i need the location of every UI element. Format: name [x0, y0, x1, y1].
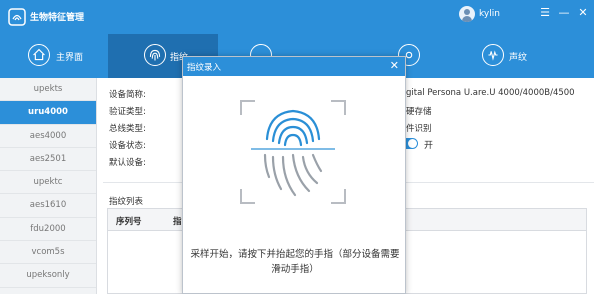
device-name-value: gital Persona U.are.U 4000/4000B/4500 — [406, 88, 575, 98]
app-logo-icon — [8, 8, 26, 26]
sidebar-item-upeksonly[interactable]: upeksonly — [0, 264, 96, 288]
dialog-title: 指纹录入 — [187, 63, 222, 73]
sidebar-item-upektc[interactable]: upektc — [0, 171, 96, 195]
sidebar-item-aes2501[interactable]: aes2501 — [0, 148, 96, 172]
sidebar-item-fdu2000[interactable]: fdu2000 — [0, 218, 96, 242]
dialog-message: 采样开始，请按下并抬起您的手指（部分设备需要滑动手指） — [190, 249, 400, 275]
verify-type-value: 硬存储 — [406, 107, 432, 117]
username[interactable]: kylin — [479, 9, 500, 19]
sidebar-item-uru4000[interactable]: uru4000 — [0, 101, 96, 125]
fingerprint-scan-icon — [240, 100, 346, 204]
title-bar: 生物特征管理 kylin ☰ — ✕ — [0, 0, 594, 34]
tab-voiceprint[interactable]: 声纹 — [438, 34, 594, 78]
voiceprint-icon — [482, 44, 504, 66]
dialog-header: 指纹录入 ✕ — [183, 57, 405, 76]
bus-type-label: 总线类型: — [109, 124, 146, 134]
tab-home[interactable]: 主界面 — [0, 34, 108, 78]
fingerprint-enroll-dialog: 指纹录入 ✕ 采样开始，请按下并抬起您的手指（部分设备需要滑动手指） — [182, 56, 406, 294]
sidebar-item-aes4000[interactable]: aes4000 — [0, 125, 96, 148]
tab-voiceprint-label: 声纹 — [509, 53, 528, 63]
default-device-label: 默认设备: — [109, 158, 146, 168]
fingerprint-list-title: 指纹列表 — [109, 197, 144, 207]
home-icon — [28, 44, 50, 66]
column-serial: 序列号 — [116, 217, 142, 227]
sidebar-item-aes1610[interactable]: aes1610 — [0, 194, 96, 218]
device-status-label: 设备状态: — [109, 141, 146, 151]
minimize-icon[interactable]: — — [556, 5, 572, 21]
sidebar-item-upekts[interactable]: upekts — [0, 78, 96, 102]
menu-icon[interactable]: ☰ — [537, 5, 553, 21]
device-status-toggle-text: 开 — [424, 141, 434, 151]
verify-type-label: 验证类型: — [109, 107, 146, 117]
dialog-close-icon[interactable]: ✕ — [390, 59, 399, 72]
device-name-label: 设备简称: — [109, 90, 146, 100]
column-fingerprint: 指 — [173, 217, 182, 227]
sidebar-item-vcom5s[interactable]: vcom5s — [0, 241, 96, 265]
bus-type-value: 件识别 — [406, 124, 432, 134]
fingerprint-icon — [144, 44, 166, 66]
user-avatar[interactable] — [459, 6, 475, 22]
tab-home-label: 主界面 — [56, 53, 84, 63]
device-sidebar: upekts uru4000 aes4000 aes2501 upektc ae… — [0, 78, 97, 294]
close-icon[interactable]: ✕ — [575, 5, 591, 21]
app-title: 生物特征管理 — [30, 13, 85, 23]
